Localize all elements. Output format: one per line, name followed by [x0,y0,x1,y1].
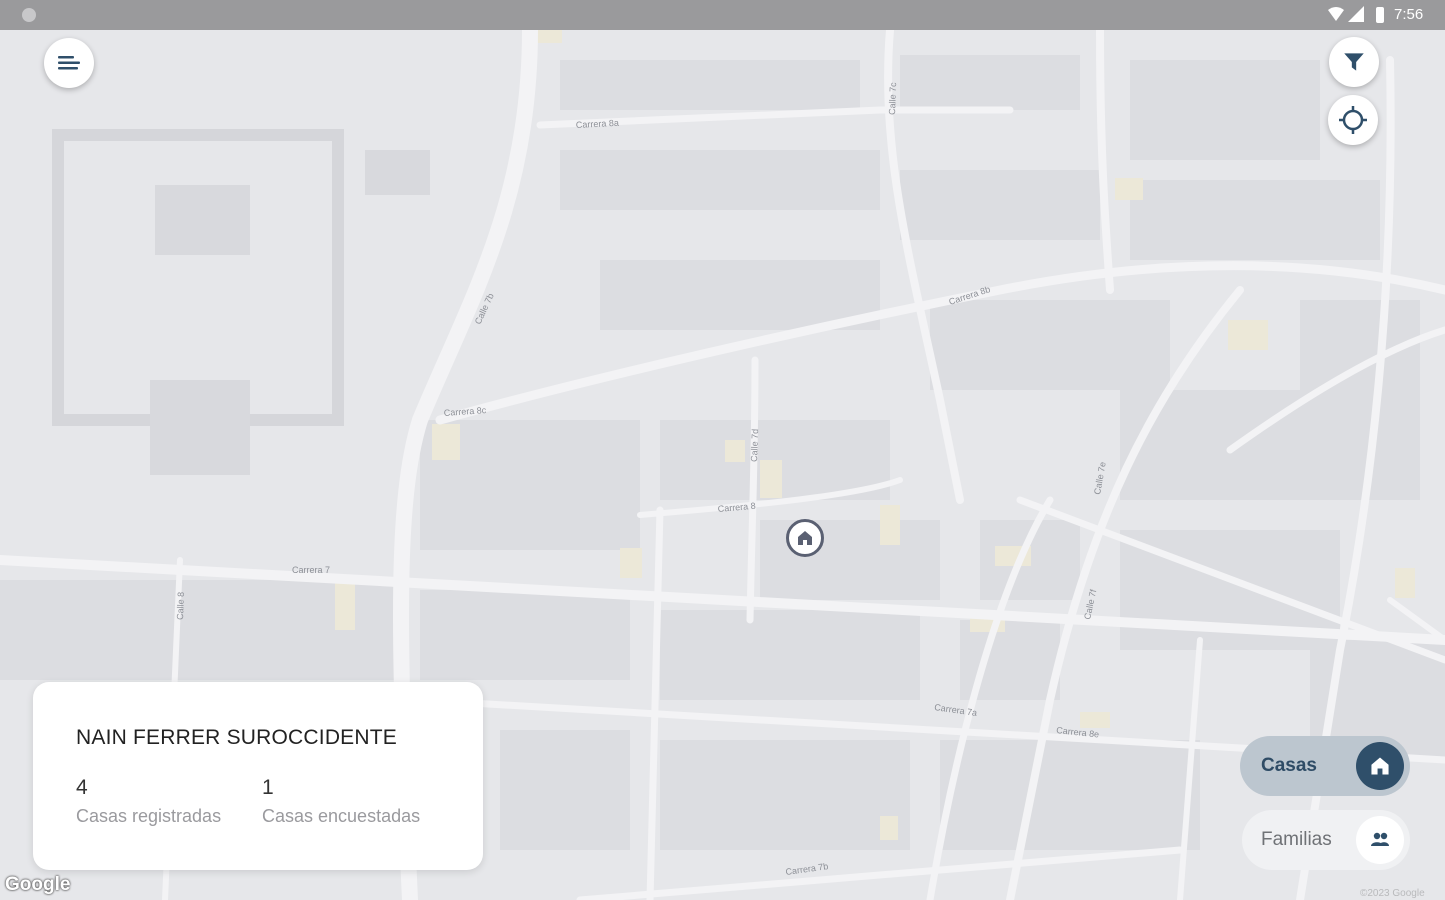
filter-button[interactable] [1329,37,1379,87]
signal-icon [1348,6,1364,22]
casas-label: Casas [1261,755,1317,776]
stat-value: 4 [76,776,88,799]
notification-dot-icon [22,8,36,22]
street-label: Carrera 7 [292,565,330,575]
house-icon [798,531,812,545]
sector-info-card: NAIN FERRER SUROCCIDENTE 4 Casas registr… [33,682,483,870]
filter-icon [1344,53,1364,71]
stat-registered: 4 Casas registradas [76,776,221,827]
my-location-button[interactable] [1328,95,1378,145]
stat-label: Casas registradas [76,806,222,826]
status-time: 7:56 [1394,6,1424,23]
battery-icon [1376,7,1384,23]
google-logo: Google [5,874,71,895]
status-bar: 7:56 [0,0,1445,30]
casas-toggle[interactable]: Casas [1240,736,1410,796]
familias-toggle[interactable]: Familias [1242,810,1410,870]
crosshair-icon [1339,106,1367,134]
familias-icon-button[interactable] [1356,816,1404,864]
familias-label: Familias [1261,829,1332,850]
sector-title: NAIN FERRER SUROCCIDENTE [76,726,397,749]
menu-button[interactable] [44,38,94,88]
map-copyright: ©2023 Google [1360,888,1425,899]
menu-icon [58,56,80,70]
stat-value: 1 [262,776,274,799]
stat-surveyed: 1 Casas encuestadas [262,776,420,827]
stat-label: Casas encuestadas [262,806,421,826]
house-marker[interactable] [786,519,824,557]
people-icon [1371,832,1389,846]
street-label: Calle 7c [887,82,898,115]
street-label: Calle 7d [749,429,760,462]
street-label: Calle 8 [175,592,186,620]
wifi-icon [1328,7,1344,21]
casas-icon-button[interactable] [1356,742,1404,790]
house-icon [1371,757,1389,775]
